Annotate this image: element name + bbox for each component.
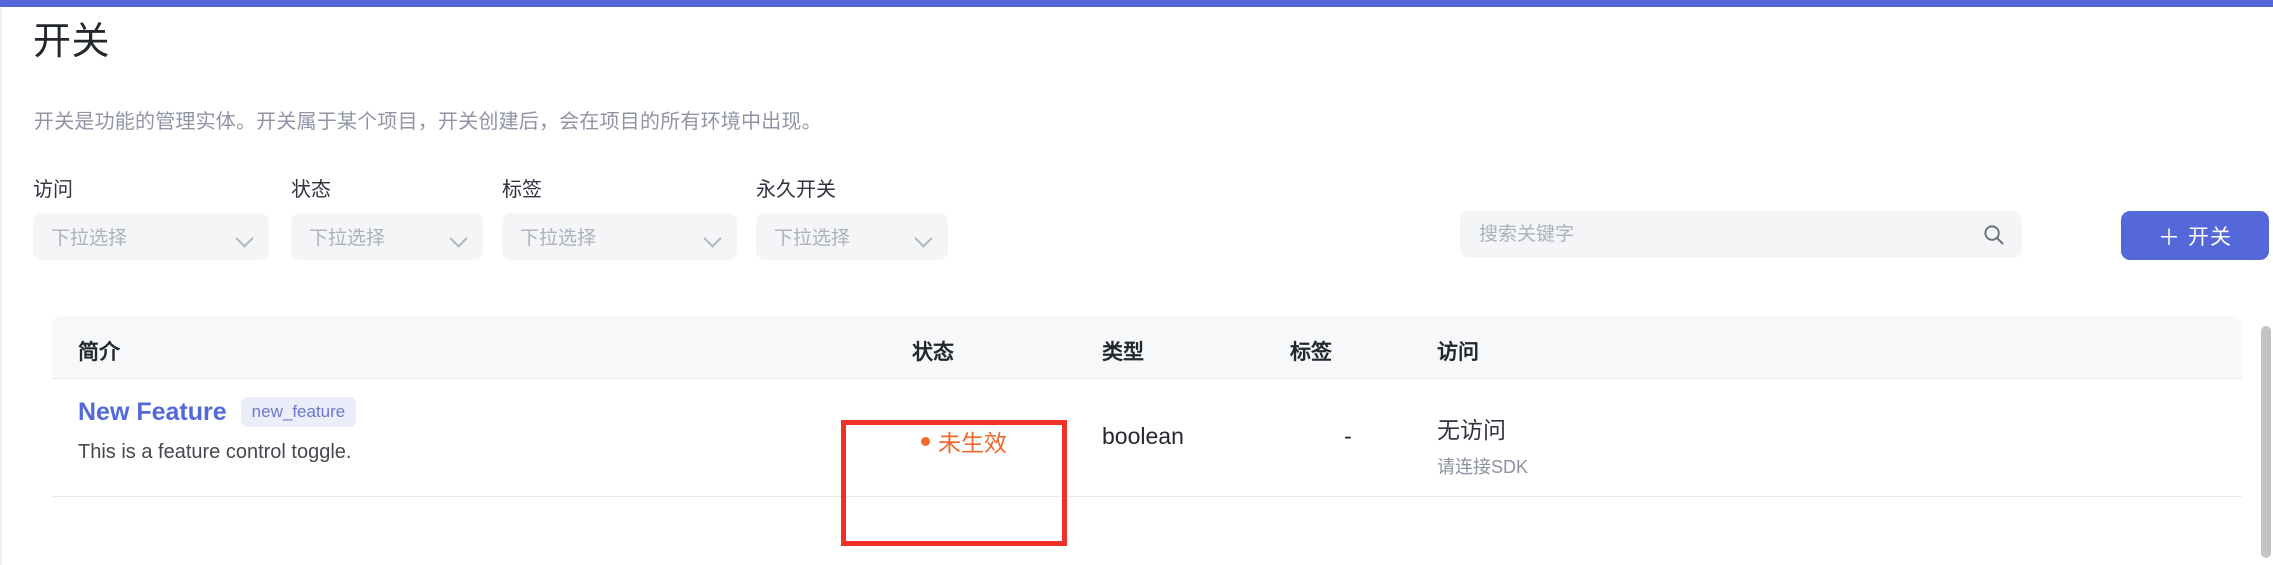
- filter-group-access: 访问 下拉选择: [33, 178, 269, 260]
- search-field[interactable]: [1460, 211, 2022, 258]
- filter-select-access-placeholder: 下拉选择: [51, 228, 128, 249]
- vertical-scrollbar-thumb[interactable]: [2261, 326, 2271, 558]
- switch-table: 简介 状态 类型 标签 访问 New Feature new_feature T…: [52, 316, 2242, 497]
- feature-name-link[interactable]: New Feature: [78, 398, 227, 427]
- filter-group-tag: 标签 下拉选择: [502, 178, 737, 260]
- column-header-access: 访问: [1437, 341, 1479, 364]
- filter-select-permanent-placeholder: 下拉选择: [774, 228, 851, 249]
- column-header-intro: 简介: [78, 341, 120, 364]
- create-switch-button[interactable]: ＋ 开关: [2121, 211, 2269, 260]
- cell-type: boolean: [1102, 423, 1184, 449]
- filter-label-tag: 标签: [502, 179, 542, 201]
- cell-intro: New Feature new_feature This is a featur…: [78, 397, 357, 464]
- filter-bar: 访问 下拉选择 状态 下拉选择 标签 下拉选择 永久开关 下拉选择 搜索关键字 …: [33, 178, 2269, 260]
- access-hint: 请连接SDK: [1437, 457, 1529, 477]
- table-header-row: 简介 状态 类型 标签 访问: [52, 316, 2242, 379]
- chevron-down-icon: [914, 228, 933, 248]
- cell-tag: -: [1344, 423, 1352, 449]
- cell-status: 未生效: [850, 424, 1078, 458]
- filter-group-permanent: 永久开关 下拉选择: [756, 178, 948, 260]
- switch-management-page: 开关 开关是功能的管理实体。开关属于某个项目，开关创建后，会在项目的所有环境中出…: [0, 0, 2273, 565]
- column-header-status: 状态: [912, 341, 954, 364]
- left-edge-line: [0, 7, 2, 565]
- page-title: 开关: [33, 21, 111, 63]
- column-header-type: 类型: [1102, 341, 1144, 364]
- filter-group-status: 状态 下拉选择: [291, 178, 483, 260]
- access-status: 无访问: [1437, 417, 1506, 443]
- create-switch-label: 开关: [2188, 225, 2232, 249]
- table-row[interactable]: New Feature new_feature This is a featur…: [52, 379, 2242, 497]
- filter-label-access: 访问: [33, 179, 73, 201]
- status-badge: 未生效: [921, 424, 1007, 458]
- chevron-down-icon: [703, 228, 722, 248]
- filter-label-status: 状态: [291, 179, 331, 201]
- filter-select-status[interactable]: 下拉选择: [291, 213, 483, 260]
- search-input[interactable]: [1460, 211, 2022, 258]
- filter-select-permanent[interactable]: 下拉选择: [756, 213, 948, 260]
- top-accent-bar: [0, 0, 2273, 7]
- feature-description: This is a feature control toggle.: [78, 441, 352, 463]
- page-description: 开关是功能的管理实体。开关属于某个项目，开关创建后，会在项目的所有环境中出现。: [34, 111, 822, 133]
- filter-select-access[interactable]: 下拉选择: [33, 213, 269, 260]
- filter-select-status-placeholder: 下拉选择: [309, 228, 386, 249]
- filter-label-permanent: 永久开关: [756, 179, 836, 201]
- cell-access: 无访问 请连接SDK: [1437, 411, 1528, 479]
- filter-select-tag-placeholder: 下拉选择: [520, 228, 597, 249]
- chevron-down-icon: [449, 228, 468, 248]
- column-header-tag: 标签: [1290, 341, 1332, 364]
- plus-icon: ＋: [2157, 224, 2181, 250]
- status-label: 未生效: [938, 430, 1007, 456]
- status-dot-icon: [921, 436, 930, 446]
- chevron-down-icon: [235, 228, 254, 248]
- filter-select-tag[interactable]: 下拉选择: [502, 213, 737, 260]
- feature-key-badge: new_feature: [240, 397, 357, 427]
- feature-title-line: New Feature new_feature: [78, 397, 357, 427]
